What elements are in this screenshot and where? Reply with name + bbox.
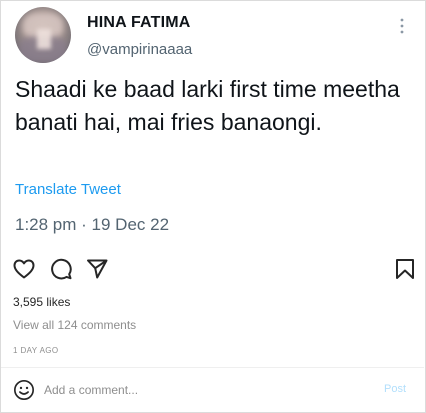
tweet-text: Shaadi ke baad larki first time meetha b… — [15, 76, 400, 135]
view-all-comments-link[interactable]: View all 124 comments — [13, 318, 136, 332]
comment-icon[interactable] — [49, 257, 73, 281]
bookmark-icon[interactable] — [393, 257, 417, 281]
send-icon[interactable] — [85, 257, 109, 281]
add-comment-input[interactable] — [44, 379, 364, 401]
heart-icon[interactable] — [12, 257, 36, 281]
avatar[interactable] — [15, 7, 71, 63]
user-handle[interactable]: @vampirinaaaa — [87, 41, 192, 58]
display-name[interactable]: HINA FATIMA — [87, 14, 191, 32]
post-time-ago: 1 DAY AGO — [13, 346, 59, 355]
likes-count[interactable]: 3,595 likes — [13, 295, 70, 309]
post-comment-button[interactable]: Post — [384, 383, 406, 395]
translate-tweet-link[interactable]: Translate Tweet — [15, 181, 121, 198]
emoji-icon[interactable] — [13, 379, 35, 401]
tweet-timestamp[interactable]: 1:28 pm · 19 Dec 22 — [15, 215, 169, 235]
tweet-card: HINA FATIMA @vampirinaaaa Shaadi ke baad… — [1, 1, 423, 246]
more-vertical-icon[interactable] — [397, 17, 407, 35]
divider — [1, 367, 424, 368]
